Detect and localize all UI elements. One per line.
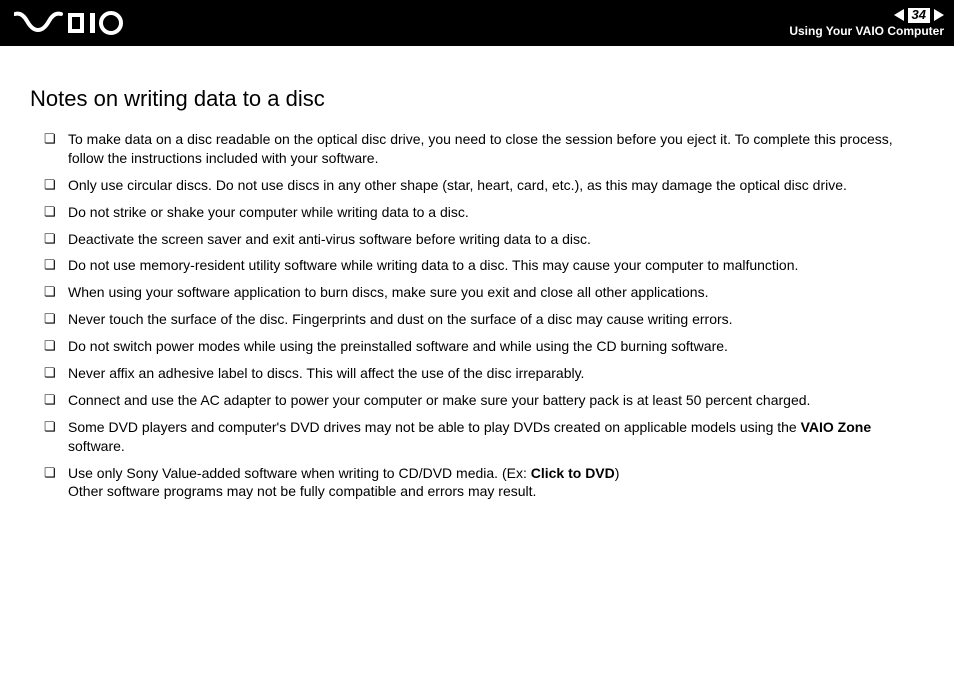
list-item: To make data on a disc readable on the o…: [44, 130, 924, 168]
list-item: Deactivate the screen saver and exit ant…: [44, 230, 924, 249]
list-item: Do not use memory-resident utility softw…: [44, 256, 924, 275]
page-content: Notes on writing data to a disc To make …: [0, 46, 954, 501]
page-navigation: 34: [789, 8, 944, 22]
prev-page-arrow-icon[interactable]: [894, 9, 904, 21]
header-bar: 34 Using Your VAIO Computer: [0, 0, 954, 46]
list-item-text: Use only Sony Value-added software when …: [68, 465, 531, 481]
list-item: Connect and use the AC adapter to power …: [44, 391, 924, 410]
list-item: Use only Sony Value-added software when …: [44, 464, 924, 502]
notes-list: To make data on a disc readable on the o…: [30, 130, 924, 501]
list-item: Never touch the surface of the disc. Fin…: [44, 310, 924, 329]
list-item-text: software.: [68, 438, 125, 454]
bold-term: VAIO Zone: [801, 419, 872, 435]
list-item-text: Other software programs may not be fully…: [68, 483, 536, 499]
next-page-arrow-icon[interactable]: [934, 9, 944, 21]
list-item-text: ): [615, 465, 620, 481]
list-item: When using your software application to …: [44, 283, 924, 302]
list-item: Some DVD players and computer's DVD driv…: [44, 418, 924, 456]
page-number: 34: [908, 8, 930, 22]
list-item: Only use circular discs. Do not use disc…: [44, 176, 924, 195]
vaio-logo: [14, 11, 124, 35]
list-item-text: Some DVD players and computer's DVD driv…: [68, 419, 801, 435]
section-label: Using Your VAIO Computer: [789, 25, 944, 38]
list-item: Do not switch power modes while using th…: [44, 337, 924, 356]
list-item: Never affix an adhesive label to discs. …: [44, 364, 924, 383]
page-title: Notes on writing data to a disc: [30, 86, 924, 112]
list-item: Do not strike or shake your computer whi…: [44, 203, 924, 222]
header-right: 34 Using Your VAIO Computer: [789, 8, 944, 37]
bold-term: Click to DVD: [531, 465, 615, 481]
